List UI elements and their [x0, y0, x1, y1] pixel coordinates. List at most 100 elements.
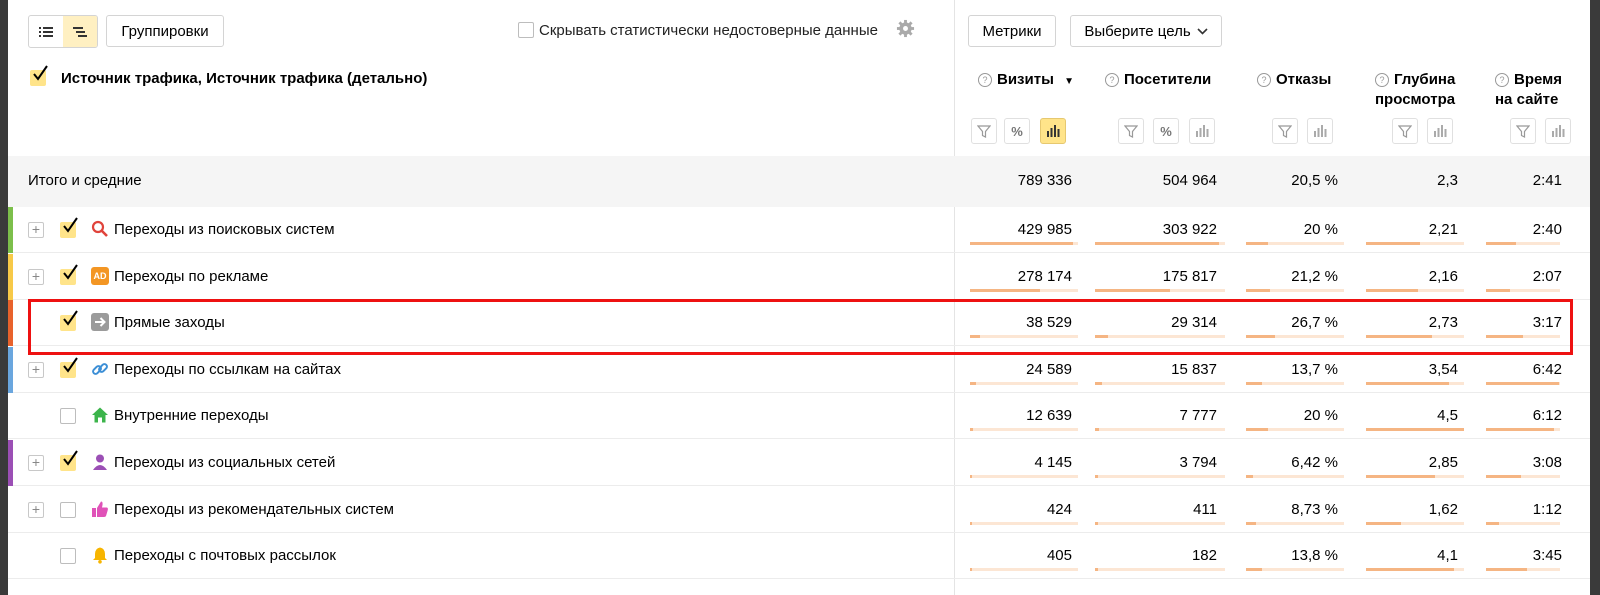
expand-icon[interactable]: + — [28, 455, 44, 471]
cell-bounces: 13,8 % — [1291, 547, 1338, 565]
source-color-stripe — [8, 346, 13, 393]
bar-track — [1246, 288, 1344, 292]
filter-icon[interactable] — [1272, 118, 1298, 144]
bar-fill — [1095, 521, 1098, 525]
bar-fill — [1246, 428, 1268, 432]
expand-icon[interactable]: + — [28, 361, 44, 378]
metrics-button[interactable]: Метрики — [968, 15, 1056, 47]
bar-fill — [1095, 242, 1219, 245]
cell-visits: 405 — [1046, 547, 1072, 565]
gear-icon[interactable] — [896, 19, 915, 43]
filter-icon[interactable] — [971, 118, 997, 144]
bar-fill — [1246, 475, 1253, 478]
hide-unreliable-label: Скрывать статистически недостоверные дан… — [539, 22, 878, 39]
metric-header-visitors[interactable]: ? Посетители — [1105, 70, 1211, 90]
sort-desc-icon: ▼ — [1064, 76, 1074, 87]
bar-fill — [1246, 381, 1262, 385]
bar-fill — [1486, 475, 1521, 478]
metric-header-time[interactable]: ? Время на сайте — [1495, 70, 1562, 110]
bar-track — [1486, 381, 1560, 385]
bar-track — [1246, 521, 1344, 525]
row-label[interactable]: Переходы из поисковых систем — [114, 221, 335, 238]
filter-icon[interactable] — [1118, 118, 1144, 144]
metric-header-bounces[interactable]: ? Отказы — [1257, 70, 1331, 90]
row-checkbox[interactable] — [60, 264, 78, 285]
cell-depth: 4,5 — [1437, 407, 1458, 425]
tree-view-icon[interactable] — [63, 16, 97, 47]
table-row[interactable]: + AD Переходы по рекламе 278 174 175 817 21,2… — [8, 253, 1590, 300]
row-checkbox[interactable] — [60, 217, 78, 238]
expand-icon[interactable]: + — [28, 268, 44, 285]
link-icon — [91, 360, 109, 378]
row-label[interactable]: Переходы по ссылкам на сайтах — [114, 361, 341, 378]
metric-header-visits[interactable]: ? Визиты ▼ — [978, 70, 1074, 92]
bar-track — [1486, 475, 1560, 478]
row-label[interactable]: Переходы с почтовых рассылок — [114, 547, 336, 564]
table-row[interactable]: Переходы с почтовых рассылок 405 182 13,8 %… — [8, 533, 1590, 580]
bar-track — [1366, 568, 1464, 572]
chevron-down-icon — [1197, 27, 1208, 35]
cell-visits: 424 — [1046, 500, 1072, 518]
bar-fill — [1486, 521, 1499, 525]
cell-visits: 278 174 — [1017, 267, 1072, 285]
row-label[interactable]: Переходы из социальных сетей — [114, 454, 335, 471]
cell-bounces: 21,2 % — [1291, 267, 1338, 285]
table-row[interactable]: Внутренние переходы 12 639 7 777 20 % 4,5 6:1… — [8, 393, 1590, 440]
bar-chart-icon[interactable] — [1427, 118, 1453, 144]
report-panel: Группировки Скрывать статистически недос… — [8, 0, 1590, 595]
row-checkbox[interactable] — [60, 450, 78, 471]
goal-select[interactable]: Выберите цель — [1070, 15, 1222, 47]
bar-fill — [970, 521, 973, 525]
source-color-stripe — [8, 253, 13, 300]
bar-chart-icon[interactable] — [1545, 118, 1571, 144]
row-checkbox[interactable] — [60, 548, 76, 565]
social-icon — [91, 453, 109, 471]
percent-icon[interactable]: % — [1153, 118, 1179, 144]
filter-icon[interactable] — [1392, 118, 1418, 144]
totals-visits: 789 336 — [1017, 172, 1072, 189]
row-checkbox[interactable] — [60, 357, 78, 378]
bell-icon — [91, 546, 109, 564]
groupings-button[interactable]: Группировки — [106, 15, 224, 47]
help-icon[interactable]: ? — [1105, 73, 1119, 87]
row-label[interactable]: Внутренние переходы — [114, 407, 269, 424]
thumbs-up-icon — [91, 500, 109, 518]
bar-track — [1486, 288, 1560, 292]
hide-unreliable-checkbox[interactable] — [518, 22, 534, 38]
cell-time: 2:07 — [1532, 267, 1562, 285]
row-checkbox[interactable] — [60, 501, 76, 518]
bar-chart-icon[interactable] — [1189, 118, 1215, 144]
table-row[interactable]: + Переходы из социальных сетей 4 145 3 794 6… — [8, 440, 1590, 486]
bar-fill — [1366, 568, 1455, 572]
list-view-icon[interactable] — [29, 16, 63, 47]
cell-bounces: 20 % — [1303, 407, 1338, 425]
row-label[interactable]: Переходы по рекламе — [114, 268, 268, 285]
filter-icon[interactable] — [1510, 118, 1536, 144]
percent-icon[interactable]: % — [1004, 118, 1030, 144]
cell-depth: 4,1 — [1437, 547, 1458, 565]
cell-visitors: 303 922 — [1162, 221, 1217, 238]
expand-icon[interactable]: + — [28, 501, 44, 518]
bar-track — [1095, 521, 1225, 525]
bar-track — [1366, 288, 1464, 292]
bar-chart-icon[interactable] — [1307, 118, 1333, 144]
bar-track — [1486, 521, 1560, 525]
row-label[interactable]: Переходы из рекомендательных систем — [114, 501, 394, 518]
ad-icon: AD — [91, 266, 109, 285]
help-icon[interactable]: ? — [1257, 73, 1271, 87]
bar-fill — [1366, 475, 1435, 478]
table-row[interactable]: + Переходы из рекомендательных систем 424 4… — [8, 487, 1590, 533]
expand-icon[interactable]: + — [28, 222, 44, 238]
row-checkbox[interactable] — [60, 408, 76, 425]
help-icon[interactable]: ? — [1495, 73, 1509, 87]
totals-depth: 2,3 — [1437, 172, 1458, 189]
bar-chart-icon[interactable] — [1040, 118, 1066, 144]
dimension-header[interactable]: Источник трафика, Источник трафика (дета… — [61, 70, 427, 87]
help-icon[interactable]: ? — [978, 73, 992, 87]
help-icon[interactable]: ? — [1375, 73, 1389, 87]
metric-header-depth[interactable]: ? Глубина просмотра — [1375, 70, 1455, 110]
totals-row: Итого и средние 789 336 504 964 20,5 % 2… — [8, 156, 1590, 207]
dimension-checkbox[interactable] — [30, 65, 48, 86]
totals-bounces: 20,5 % — [1291, 172, 1338, 189]
table-row[interactable]: + Переходы из поисковых систем 429 985 303 … — [8, 207, 1590, 253]
